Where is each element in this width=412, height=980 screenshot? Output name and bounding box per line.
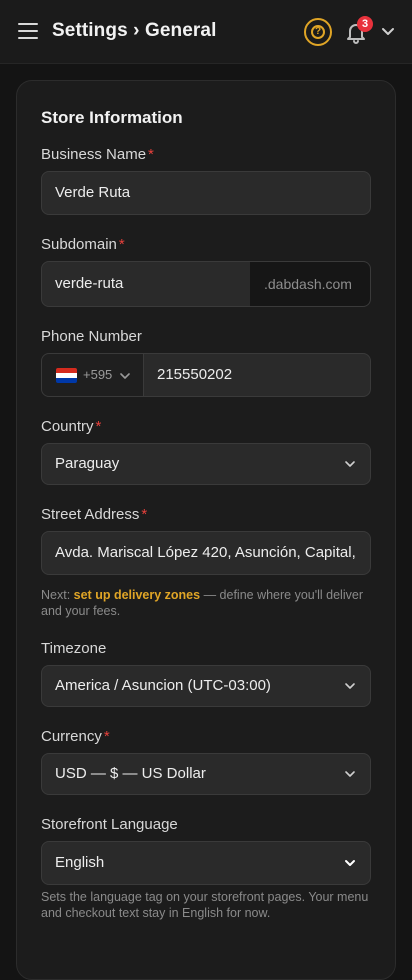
top-bar: Settings › General ? 3 <box>0 0 412 64</box>
required-marker: * <box>118 236 125 253</box>
currency-value: USD — $ — US Dollar <box>55 765 206 782</box>
breadcrumb-separator: › <box>133 20 140 41</box>
country-value: Paraguay <box>55 455 120 472</box>
timezone-select[interactable]: America / Asuncion (UTC-03:00) <box>41 665 371 707</box>
chevron-down-icon <box>345 683 355 689</box>
storefront-language-value: English <box>55 854 105 871</box>
dial-code: +595 <box>83 367 113 382</box>
business-name-input[interactable]: Verde Ruta <box>41 171 371 215</box>
street-address-hint: Next: set up delivery zones — define whe… <box>41 588 363 618</box>
storefront-language-hint: Sets the language tag on your storefront… <box>41 890 369 920</box>
street-address-label: Street Address * <box>41 506 148 523</box>
subdomain-label: Subdomain * <box>41 236 125 253</box>
required-marker: * <box>95 418 102 435</box>
subdomain-suffix: .dabdash.com <box>250 261 371 307</box>
section-title: Store Information <box>41 108 183 127</box>
street-address-input[interactable]: Avda. Mariscal López 420, Asunción, Capi… <box>41 531 371 575</box>
storefront-language-label: Storefront Language <box>41 816 178 833</box>
notification-badge: 3 <box>357 16 373 32</box>
phone-input[interactable]: 215550202 <box>143 353 371 397</box>
subdomain-input[interactable]: verde-ruta <box>41 261 251 307</box>
phone-label: Phone Number <box>41 328 142 345</box>
required-marker: * <box>148 146 154 163</box>
timezone-label: Timezone <box>41 640 107 657</box>
required-marker: * <box>103 728 110 745</box>
chevron-down-icon[interactable] <box>380 26 396 38</box>
timezone-value: America / Asuncion (UTC-03:00) <box>55 677 271 694</box>
country-select[interactable]: Paraguay <box>41 443 371 485</box>
currency-select[interactable]: USD — $ — US Dollar <box>41 753 371 795</box>
help-button[interactable]: ? <box>304 18 332 46</box>
chevron-down-icon <box>345 860 355 866</box>
menu-icon[interactable] <box>18 23 38 41</box>
help-icon: ? <box>311 25 325 39</box>
breadcrumb: Settings › General <box>52 20 216 42</box>
chevron-down-icon <box>120 373 130 379</box>
country-code-select[interactable]: +595 <box>41 353 144 397</box>
required-marker: * <box>141 506 148 523</box>
chevron-down-icon <box>345 461 355 467</box>
paraguay-flag-icon <box>56 368 77 383</box>
country-label: Country * <box>41 418 102 435</box>
delivery-zones-link[interactable]: set up delivery zones <box>74 588 200 602</box>
breadcrumb-current: General <box>144 20 217 41</box>
currency-label: Currency * <box>41 728 110 745</box>
storefront-language-select[interactable]: English <box>41 841 371 885</box>
breadcrumb-parent[interactable]: Settings <box>52 20 128 41</box>
chevron-down-icon <box>345 771 355 777</box>
business-name-label: Business Name * <box>41 146 154 163</box>
